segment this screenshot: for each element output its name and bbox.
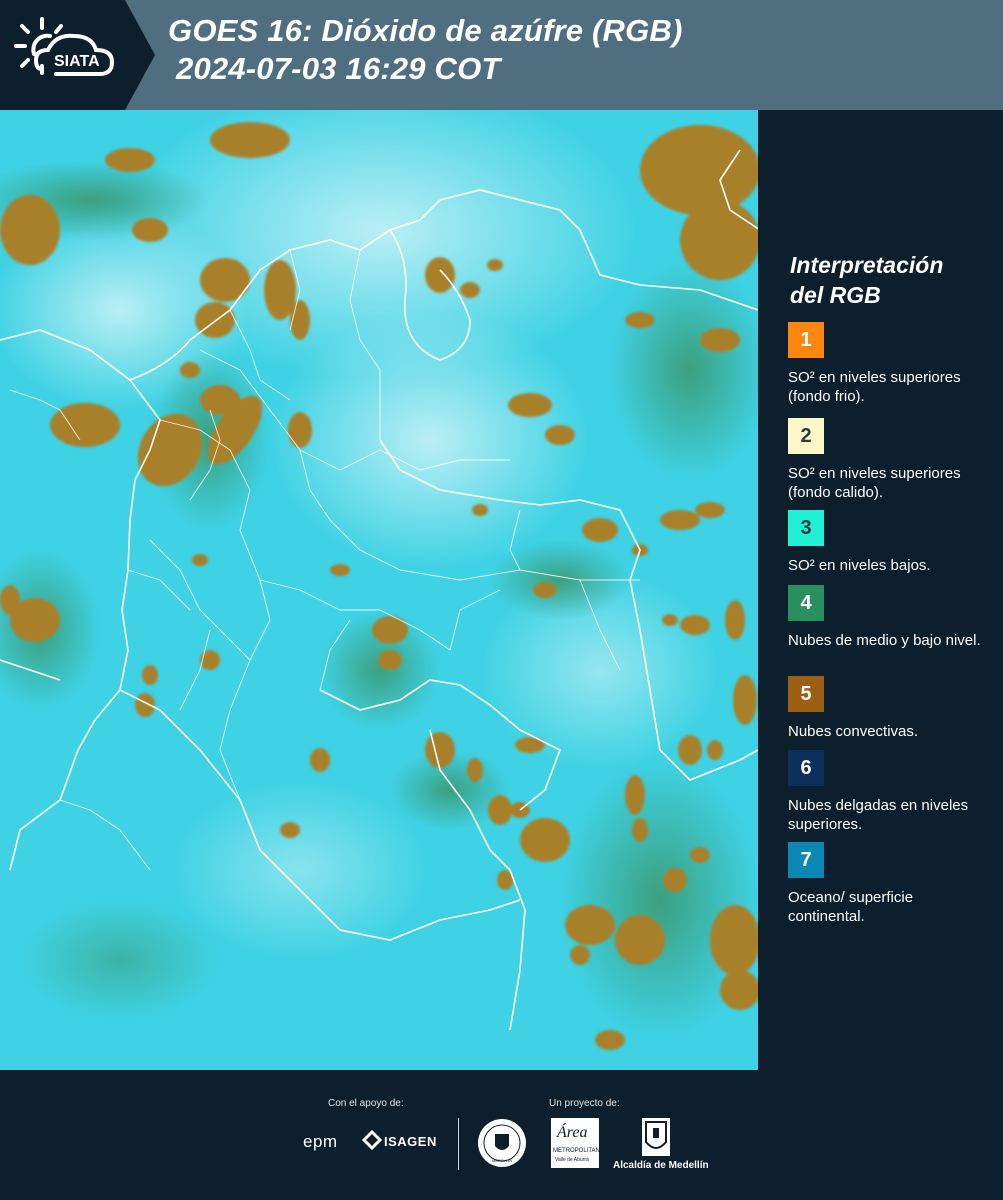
area-logo-sub1: METROPOLITANA — [553, 1148, 604, 1154]
legend-number-2: 2 — [800, 424, 812, 447]
legend-text-2: SO² en niveles superiores (fondo calido)… — [788, 465, 961, 501]
epm-logo: epm — [303, 1132, 338, 1151]
legend-number-3: 3 — [800, 516, 812, 539]
legend-text-4: Nubes de medio y bajo nivel. — [788, 632, 981, 649]
legend-item-6: 6 Nubes delgadas en niveles superiores. — [788, 750, 988, 834]
alcaldia-logo: Alcaldía de Medellín — [613, 1160, 709, 1171]
legend-item-4: 4 Nubes de medio y bajo nivel. — [788, 585, 988, 650]
alcaldia-shield-icon — [642, 1118, 670, 1156]
legend-swatch-4: 4 — [788, 585, 824, 621]
sun-cloud-icon: SIATA — [14, 17, 115, 76]
legend-swatch-7: 7 — [788, 842, 824, 878]
isagen-icon — [361, 1129, 383, 1151]
legend-item-3: 3 SO² en niveles bajos. — [788, 510, 988, 575]
medellin-seal-icon: MEDELLÍN — [477, 1118, 527, 1168]
legend-text-3: SO² en niveles bajos. — [788, 557, 931, 574]
legend-text-5: Nubes convectivas. — [788, 723, 919, 740]
page-title: GOES 16: Dióxido de azúfre (RGB) 2024-07… — [168, 12, 683, 88]
svg-text:SIATA: SIATA — [54, 53, 100, 70]
legend-item-2: 2 SO² en niveles superiores (fondo calid… — [788, 418, 988, 502]
legend-title: Interpretación del RGB — [790, 250, 990, 310]
satellite-map — [0, 110, 758, 1070]
area-metropolitana-logo: Área METROPOLITANA Valle de Aburrá — [551, 1118, 604, 1168]
area-logo-text: Área — [557, 1124, 588, 1141]
legend-title-line-2: del RGB — [790, 282, 881, 308]
footer-divider — [458, 1118, 459, 1170]
footer: Con el apoyo de: Un proyecto de: epm ISA… — [0, 1070, 1003, 1200]
legend-number-1: 1 — [800, 328, 812, 351]
isagen-logo: ISAGEN — [384, 1134, 437, 1149]
legend-title-line-1: Interpretación — [790, 252, 944, 278]
legend-swatch-5: 5 — [788, 676, 824, 712]
legend-text-6: Nubes delgadas en niveles superiores. — [788, 797, 969, 833]
legend-number-7: 7 — [800, 848, 812, 871]
title-line-1: GOES 16: Dióxido de azúfre (RGB) — [168, 13, 683, 48]
legend-text-1: SO² en niveles superiores (fondo frio). — [788, 369, 961, 405]
siata-logo: SIATA — [0, 0, 155, 110]
legend-number-4: 4 — [800, 591, 812, 614]
title-line-2: 2024-07-03 16:29 COT — [176, 51, 501, 86]
area-logo-sub2: Valle de Aburrá — [555, 1157, 589, 1163]
legend-item-7: 7 Oceano/ superficie continental. — [788, 842, 988, 926]
header-bar: SIATA GOES 16: Dióxido de azúfre (RGB) 2… — [0, 0, 1003, 110]
legend-text-7: Oceano/ superficie continental. — [788, 889, 914, 925]
satellite-image — [0, 110, 758, 1070]
legend-swatch-2: 2 — [788, 418, 824, 454]
legend-swatch-1: 1 — [788, 322, 824, 358]
project-label: Un proyecto de: — [549, 1098, 620, 1109]
seal-text: MEDELLÍN — [491, 1158, 512, 1163]
legend-swatch-3: 3 — [788, 510, 824, 546]
legend-swatch-6: 6 — [788, 750, 824, 786]
legend-item-1: 1 SO² en niveles superiores (fondo frio)… — [788, 322, 988, 406]
legend-panel: Interpretación del RGB 1 SO² en niveles … — [758, 110, 1003, 1070]
legend-number-6: 6 — [800, 756, 812, 779]
support-label: Con el apoyo de: — [328, 1098, 404, 1109]
legend-item-5: 5 Nubes convectivas. — [788, 676, 988, 741]
legend-number-5: 5 — [800, 682, 812, 705]
